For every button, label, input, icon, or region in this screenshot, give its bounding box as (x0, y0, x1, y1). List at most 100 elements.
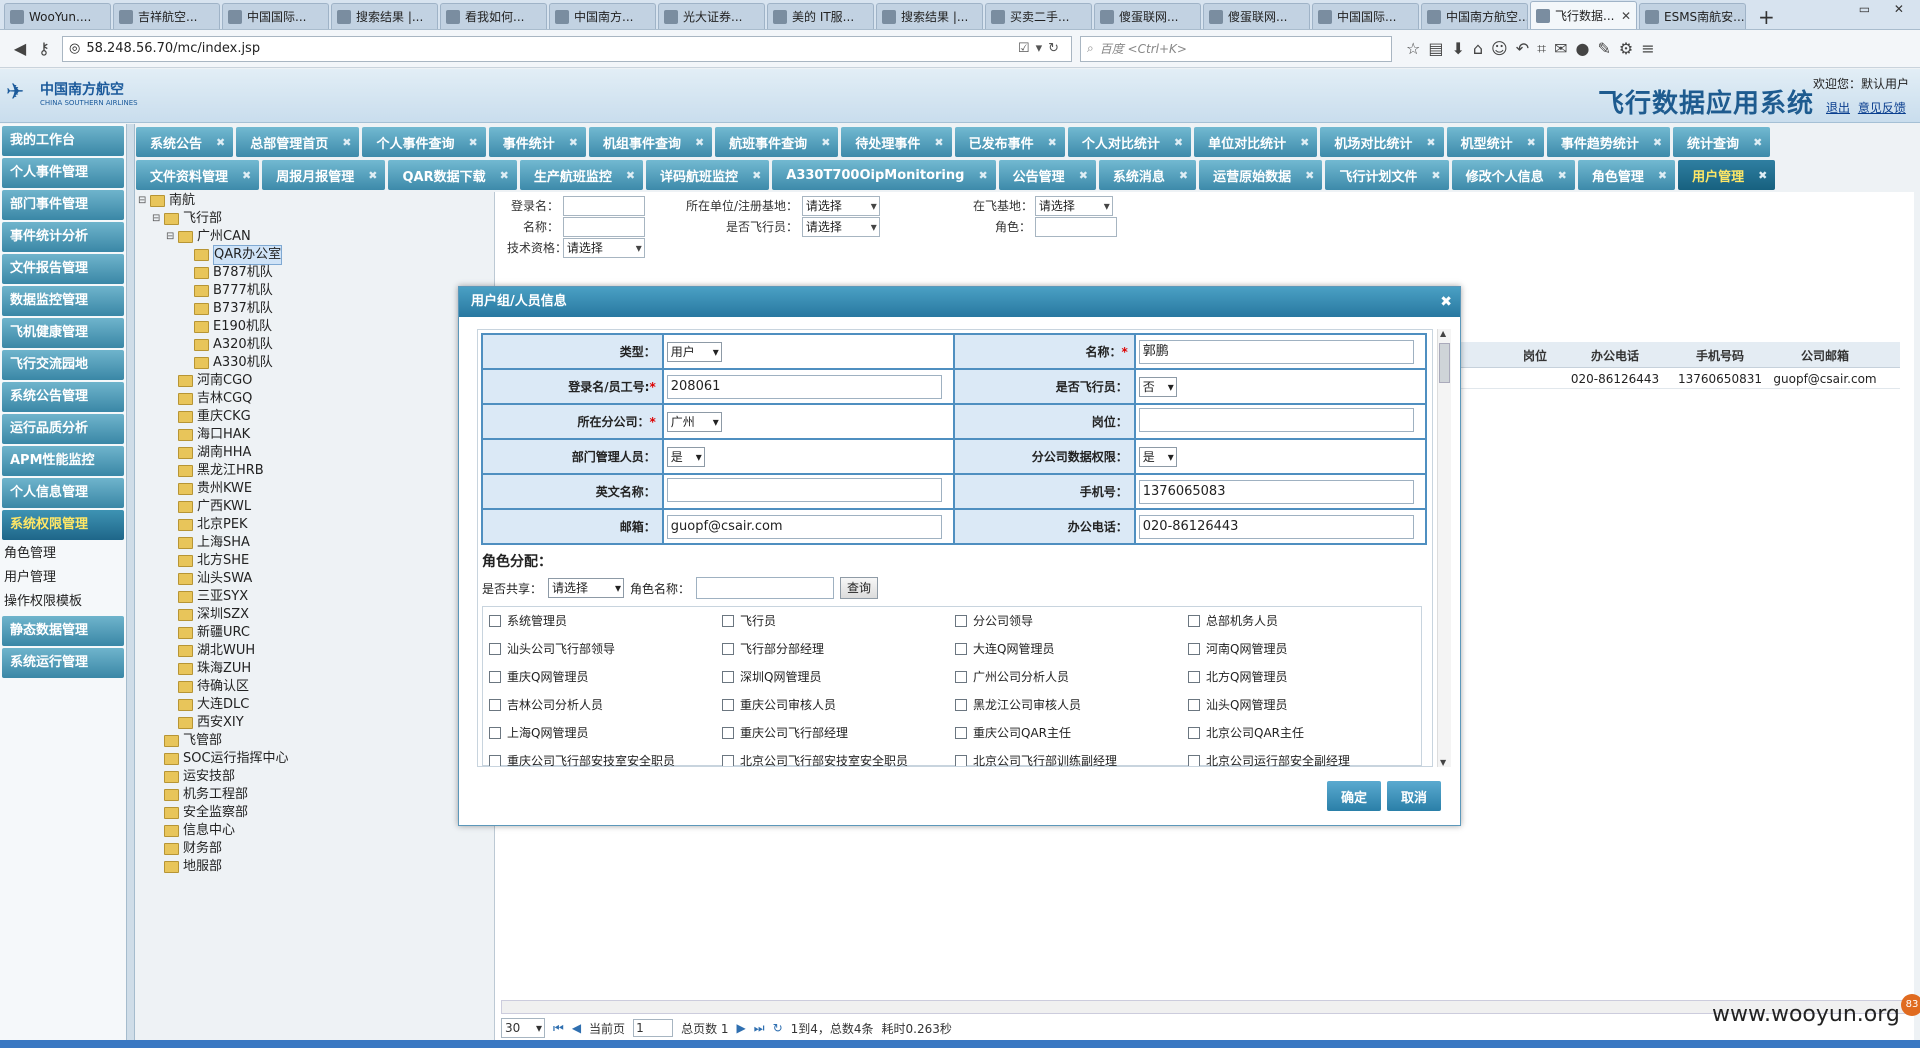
checkbox-icon[interactable] (955, 698, 967, 711)
checkbox-icon[interactable] (1188, 754, 1200, 766)
sidebar-item[interactable]: 部门事件管理 (2, 190, 124, 220)
role-checkbox[interactable]: 飞行员 (722, 611, 955, 630)
tree-node[interactable]: 河南CGO (138, 372, 493, 390)
checkbox-icon[interactable] (489, 726, 501, 739)
sidebar-item[interactable]: 静态数据管理 (2, 616, 124, 646)
role-checkbox[interactable]: 广州公司分析人员 (955, 667, 1188, 686)
tree-node[interactable]: 待确认区 (138, 678, 493, 696)
tree-node[interactable]: 安全监察部 (138, 804, 493, 822)
sidebar-splitter[interactable] (127, 124, 135, 1048)
tree-node[interactable]: 新疆URC (138, 624, 493, 642)
feedback-link[interactable]: 意见反馈 (1858, 101, 1906, 115)
tree-node[interactable]: 广西KWL (138, 498, 493, 516)
tab-close-icon[interactable]: ✖ (978, 169, 987, 182)
tree-node[interactable]: 地服部 (138, 858, 493, 876)
tab-close-icon[interactable]: ✖ (1305, 169, 1314, 182)
query-button[interactable]: 查询 (840, 577, 879, 599)
browser-tab[interactable]: 搜索结果 |... (331, 3, 438, 29)
tree-node[interactable]: 三亚SYX (138, 588, 493, 606)
tree-node[interactable]: 吉林CGQ (138, 390, 493, 408)
checkbox-icon[interactable] (489, 670, 501, 683)
data-perm-select[interactable]: 是 (1138, 446, 1177, 467)
tree-node[interactable]: 黑龙江HRB (138, 462, 493, 480)
tab-close-icon[interactable]: ✖ (500, 169, 509, 182)
role-checkbox[interactable]: 北京公司飞行部安技室安全职员 (722, 751, 955, 766)
login-field[interactable]: 208061 (666, 374, 942, 399)
en-name-field[interactable] (666, 478, 942, 502)
browser-tab[interactable]: 美的 IT服... (767, 3, 874, 29)
sidebar-item[interactable]: 飞行交流园地 (2, 350, 124, 380)
tree-node[interactable]: 汕头SWA (138, 570, 493, 588)
tab-close-icon[interactable]: ✖ (468, 136, 477, 149)
checkbox-icon[interactable] (955, 670, 967, 683)
role-checkbox[interactable]: 黑龙江公司审核人员 (955, 695, 1188, 714)
tree-node[interactable]: 珠海ZUH (138, 660, 493, 678)
browser-tab[interactable]: 中国南方航空... (1421, 3, 1528, 29)
first-page-icon[interactable]: ⏮ (553, 1021, 564, 1036)
tree-node[interactable]: 北京PEK (138, 516, 493, 534)
checkbox-icon[interactable] (1188, 670, 1200, 683)
checkbox-icon[interactable] (722, 670, 734, 683)
sidebar-item[interactable]: 我的工作台 (2, 126, 124, 156)
last-page-icon[interactable]: ⏭ (754, 1021, 765, 1036)
dialog-scrollbar[interactable]: ▲ ▼ (1437, 329, 1451, 767)
col-email[interactable]: 公司邮箱 (1770, 347, 1880, 364)
checkbox-icon[interactable] (489, 642, 501, 655)
tree-node[interactable]: 机务工程部 (138, 786, 493, 804)
ok-button[interactable]: 确定 (1327, 781, 1381, 811)
tab-close-icon[interactable]: ✖ (1653, 136, 1662, 149)
tab-close-icon[interactable]: ✖ (1179, 169, 1188, 182)
tree-node[interactable]: ⊟ 南航 (138, 192, 493, 210)
addon-icon[interactable]: ● (1576, 39, 1590, 59)
browser-tab[interactable]: 中国南方... (549, 3, 656, 29)
tree-node[interactable]: 运安技部 (138, 768, 493, 786)
tree-node[interactable]: 上海SHA (138, 534, 493, 552)
tab-close-icon[interactable]: ✖ (1658, 169, 1667, 182)
sidebar-item[interactable]: 运行品质分析 (2, 414, 124, 444)
page-size-select[interactable]: 30 (501, 1018, 545, 1038)
role-checkbox[interactable]: 总部机务人员 (1188, 611, 1421, 630)
browser-tab[interactable]: 买卖二手... (985, 3, 1092, 29)
dialog-titlebar[interactable]: 用户组/人员信息 ✖ (459, 287, 1460, 317)
tab-close-icon[interactable]: ✖ (1426, 136, 1435, 149)
dept-admin-select[interactable]: 是 (666, 446, 705, 467)
home-icon[interactable]: ⌂ (1473, 39, 1483, 59)
role-checkbox[interactable]: 飞行部分部经理 (722, 639, 955, 658)
tab-close-icon[interactable]: ✖ (1558, 169, 1567, 182)
pilot-filter-select[interactable]: 请选择 (801, 217, 880, 237)
tree-node[interactable]: 信息中心 (138, 822, 493, 840)
tree-node[interactable]: E190机队 (138, 318, 493, 336)
role-checkbox[interactable]: 汕头公司飞行部领导 (489, 639, 722, 658)
module-tab[interactable]: 周报月报管理 ✖ (262, 160, 386, 190)
module-tab[interactable]: 运营原始数据 ✖ (1199, 160, 1323, 190)
tab-close-icon[interactable]: ✖ (1300, 136, 1309, 149)
post-field[interactable] (1138, 408, 1414, 432)
tree-toggle-icon[interactable]: ⊟ (166, 228, 178, 246)
tree-node[interactable]: 大连DLC (138, 696, 493, 714)
module-tab[interactable]: QAR数据下载 ✖ (388, 160, 517, 190)
download-icon[interactable]: ⬇ (1451, 39, 1464, 59)
module-tab[interactable]: 单位对比统计 ✖ (1194, 127, 1318, 157)
browser-tab[interactable]: 傻蛋联网... (1203, 3, 1310, 29)
col-office-phone[interactable]: 办公电话 (1560, 347, 1670, 364)
browser-tab[interactable]: 搜索结果 |... (876, 3, 983, 29)
checkbox-icon[interactable] (1188, 726, 1200, 739)
tab-close-icon[interactable]: ✖ (242, 169, 251, 182)
browser-tab[interactable]: 飞行数据... ✕ (1530, 1, 1637, 29)
tree-node[interactable]: 重庆CKG (138, 408, 493, 426)
tree-node[interactable]: ⊟ 飞行部 (138, 210, 493, 228)
browser-tab[interactable]: 中国国际... (1312, 3, 1419, 29)
module-tab[interactable]: 待处理事件 ✖ (841, 127, 952, 157)
tab-close-icon[interactable]: ✖ (1753, 136, 1762, 149)
crop-icon[interactable]: ⌗ (1537, 39, 1546, 59)
menu-icon[interactable]: ≡ (1641, 39, 1654, 59)
tree-node[interactable]: 海口HAK (138, 426, 493, 444)
tree-node[interactable]: 贵州KWE (138, 480, 493, 498)
undo-icon[interactable]: ↶ (1516, 39, 1529, 59)
scroll-down-icon[interactable]: ▼ (1440, 758, 1446, 767)
type-select[interactable]: 用户 (666, 341, 722, 362)
module-tab[interactable]: 航班事件查询 ✖ (715, 127, 839, 157)
scroll-up-icon[interactable]: ▲ (1440, 329, 1446, 338)
module-tab[interactable]: 用户管理 ✖ (1678, 160, 1776, 190)
module-tab[interactable]: 修改个人信息 ✖ (1451, 160, 1575, 190)
